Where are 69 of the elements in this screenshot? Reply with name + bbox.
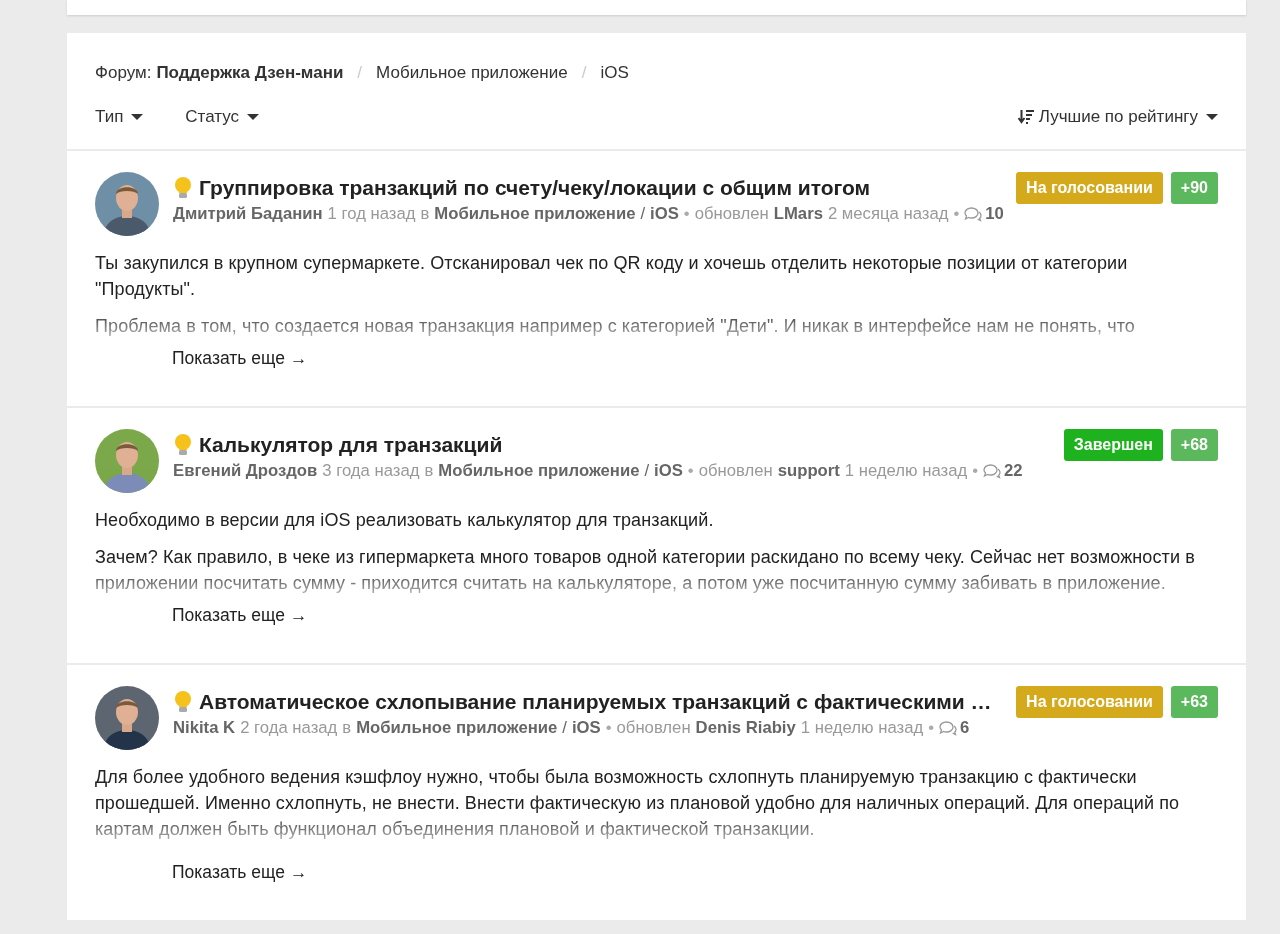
comment-count[interactable]: 10 bbox=[985, 204, 1004, 224]
post-title[interactable]: Автоматическое схлопывание планируемых транзакций с фактическими … bbox=[173, 690, 1009, 714]
author-link[interactable]: LMars bbox=[773, 204, 823, 224]
category-link[interactable]: Мобильное приложение bbox=[434, 204, 636, 224]
separator-dot: • bbox=[687, 461, 694, 481]
separator-dot: • bbox=[605, 718, 612, 738]
caret-icon bbox=[131, 114, 144, 120]
show-more-link[interactable]: Показать еще → bbox=[172, 862, 308, 883]
separator-dot: • bbox=[953, 204, 960, 224]
post-time: 1 неделю назад bbox=[800, 718, 924, 738]
meta-text: обновлен bbox=[616, 718, 691, 738]
status-badge: Завершен bbox=[1063, 429, 1163, 461]
lightbulb-icon bbox=[173, 433, 193, 457]
lightbulb-icon bbox=[173, 690, 193, 714]
separator-dot: • bbox=[972, 461, 979, 481]
post-text: Проблема в том, что создается новая транзакция например с категорией "Дети". И никак в интерфейсе нам не понять, что bbox=[95, 315, 1136, 338]
forum-label: Форум: bbox=[95, 63, 152, 83]
category-link[interactable]: iOS bbox=[650, 204, 679, 224]
breadcrumb-link[interactable]: Мобильное приложение bbox=[376, 63, 568, 83]
meta-text: / bbox=[562, 718, 567, 738]
meta-text: в bbox=[424, 461, 434, 481]
author-link[interactable]: Nikita K bbox=[173, 718, 236, 738]
lightbulb-icon bbox=[173, 176, 193, 200]
post-text: Для более удобного ведения кэшфлоу нужно, чтобы была возможность схлопнуть планируемую транзакцию с фактически прошедшей. Именно схлопнуть, не внести. Внести фактическую из плановой удобно для наличных операций. Для операций по картам должен быть функционал объединения плановой и фактической транзакции. bbox=[95, 766, 1181, 841]
comment-count[interactable]: 22 bbox=[1004, 461, 1023, 481]
breadcrumb-separator: / bbox=[581, 63, 587, 83]
sort-dropdown[interactable]: Лучшие по рейтингу bbox=[1017, 107, 1218, 127]
status-badge: На голосовании bbox=[1016, 686, 1163, 718]
meta-text: обновлен bbox=[698, 461, 773, 481]
author-link[interactable]: Евгений Дроздов bbox=[173, 461, 318, 481]
category-link[interactable]: Мобильное приложение bbox=[438, 461, 640, 481]
post-text: Необходимо в версии для iOS реализовать калькулятор для транзакций. bbox=[95, 509, 715, 532]
post-time: 2 месяца назад bbox=[827, 204, 949, 224]
caret-icon bbox=[247, 114, 260, 120]
post-text: Зачем? Как правило, в чеке из гипермаркета много товаров одной категории раскидано по всему чеку. Сейчас нет возможности в приложении посчитать сумму - приходится считать на калькуляторе, а потом уже посчитанную сумму забивать в приложение. bbox=[95, 546, 1196, 595]
meta-text: в bbox=[420, 204, 430, 224]
caret-icon bbox=[1206, 114, 1218, 120]
author-link[interactable]: Дмитрий Баданин bbox=[173, 204, 323, 224]
breadcrumb-separator: / bbox=[357, 63, 363, 83]
breadcrumb-link[interactable]: iOS bbox=[600, 63, 629, 83]
meta-text: в bbox=[342, 718, 352, 738]
author-link[interactable]: Denis Riabiy bbox=[695, 718, 796, 738]
separator-dot: • bbox=[683, 204, 690, 224]
meta-text: обновлен bbox=[694, 204, 769, 224]
show-more-link[interactable]: Показать еще → bbox=[172, 348, 308, 369]
author-link[interactable]: support bbox=[777, 461, 840, 481]
comments-icon bbox=[939, 720, 957, 736]
show-more-link[interactable]: Показать еще → bbox=[172, 605, 308, 626]
post-time: 1 неделю назад bbox=[844, 461, 968, 481]
post-time: 3 года назад bbox=[322, 461, 420, 481]
category-link[interactable]: iOS bbox=[571, 718, 601, 738]
post-time: 2 года назад bbox=[240, 718, 338, 738]
comments-icon bbox=[964, 206, 983, 222]
post-title[interactable]: Группировка транзакций по счету/чеку/локации с общим итогом bbox=[173, 176, 1009, 200]
filter-dropdown[interactable]: Статус bbox=[185, 107, 260, 127]
meta-text: / bbox=[644, 461, 650, 481]
sort-icon bbox=[1017, 109, 1034, 125]
post-text: Ты закупился в крупном супермаркете. Отсканировал чек по QR коду и хочешь отделить некоторые позиции от категории "Продукты". bbox=[95, 252, 1129, 301]
comments-icon bbox=[983, 463, 1002, 479]
breadcrumb-link[interactable]: Поддержка Дзен-мани bbox=[156, 63, 344, 83]
category-link[interactable]: Мобильное приложение bbox=[356, 718, 558, 738]
separator-dot: • bbox=[928, 718, 934, 738]
post-title[interactable]: Калькулятор для транзакций bbox=[173, 433, 1056, 457]
category-link[interactable]: iOS bbox=[654, 461, 683, 481]
meta-text: / bbox=[640, 204, 646, 224]
status-badge: На голосовании bbox=[1016, 172, 1163, 204]
comment-count[interactable]: 6 bbox=[960, 718, 970, 738]
filter-dropdown[interactable]: Тип bbox=[95, 107, 144, 127]
post-time: 1 год назад bbox=[327, 204, 416, 224]
